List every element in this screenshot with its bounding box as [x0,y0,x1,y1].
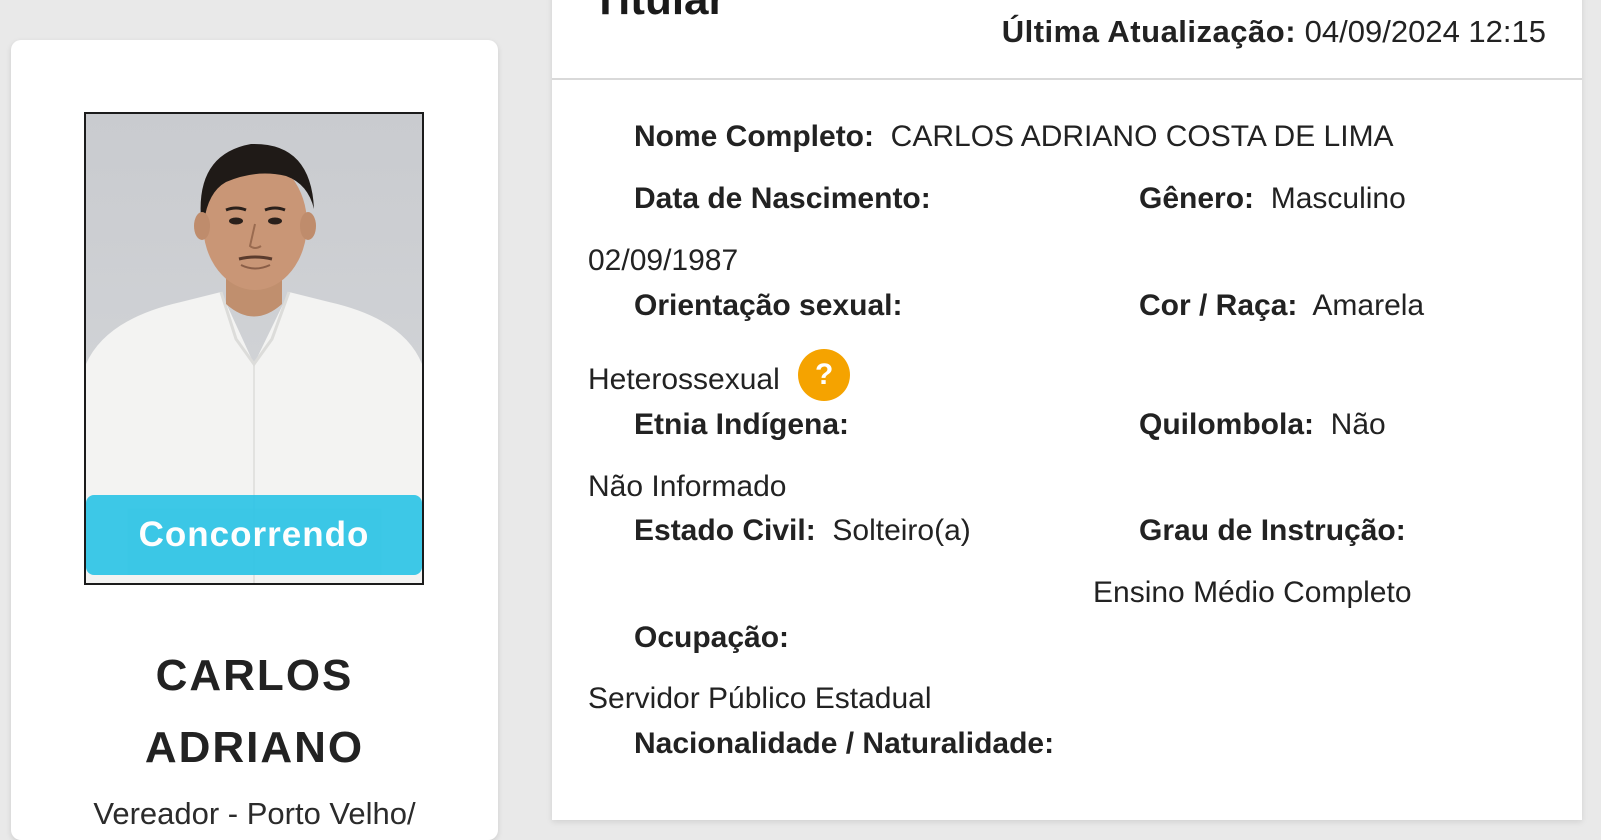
candidate-name: CARLOS ADRIANO [11,640,498,784]
field-ocupacao-value-row: Servidor Público Estadual [588,682,932,716]
field-instrucao-label: Grau de Instrução: [1139,514,1406,547]
field-quilombola-label: Quilombola: [1139,408,1314,441]
field-etnia-value: Não Informado [588,470,787,503]
field-estado-civil-label: Estado Civil: [634,514,816,547]
field-ocupacao-value: Servidor Público Estadual [588,682,932,715]
last-update-value: 04/09/2024 12:15 [1304,14,1546,49]
field-orientacao-label: Orientação sexual: [634,289,903,322]
field-nacionalidade-label: Nacionalidade / Naturalidade: [634,727,1055,760]
panel-header: Titular Última Atualização: 04/09/2024 1… [552,0,1582,80]
section-title: Titular [592,0,726,22]
field-estado-civil: Estado Civil: Solteiro(a) [634,514,971,548]
field-nascimento-value: 02/09/1987 [588,244,739,277]
last-update-label: Última Atualização: [1001,14,1297,49]
field-cor-label: Cor / Raça: [1139,289,1298,322]
field-genero: Gênero: Masculino [1139,182,1406,216]
field-genero-label: Gênero: [1139,182,1255,215]
field-orientacao-label-row: Orientação sexual: [634,289,902,323]
candidate-photo: Concorrendo [84,112,424,585]
field-ocupacao-label: Ocupação: [634,621,790,654]
field-etnia-label-row: Etnia Indígena: [634,408,849,442]
field-nascimento-value-row: 02/09/1987 [588,244,738,278]
last-update: Última Atualização: 04/09/2024 12:15 [1002,14,1546,50]
field-nacionalidade-label-row: Nacionalidade / Naturalidade: [634,727,1054,761]
field-instrucao-value-row: Ensino Médio Completo [1093,576,1412,610]
field-orientacao-value: Heterossexual [588,362,780,396]
candidate-details-panel: Titular Última Atualização: 04/09/2024 1… [552,0,1582,820]
candidate-role: Vereador - Porto Velho/ [93,796,416,831]
field-estado-civil-value: Solteiro(a) [832,514,971,547]
field-quilombola: Quilombola: Não [1139,408,1386,442]
candidate-name-line1: CARLOS [155,651,354,700]
field-cor: Cor / Raça: Amarela [1139,289,1424,323]
field-genero-value: Masculino [1270,182,1406,215]
field-orientacao-value-row: Heterossexual ? [588,349,851,407]
field-instrucao-label-row: Grau de Instrução: [1139,514,1406,548]
field-cor-value: Amarela [1312,289,1425,322]
field-nascimento-label: Data de Nascimento: [634,182,931,215]
candidate-name-line2: ADRIANO [144,723,365,772]
candidate-profile-card: Concorrendo CARLOS ADRIANO Vereador - Po… [11,40,498,840]
field-nome-label: Nome Completo: [634,120,874,153]
field-nome-value: CARLOS ADRIANO COSTA DE LIMA [890,120,1394,153]
field-etnia-value-row: Não Informado [588,470,786,504]
status-badge: Concorrendo [86,495,422,575]
field-ocupacao-label-row: Ocupação: [634,621,789,655]
field-quilombola-value: Não [1330,408,1386,441]
help-question-icon[interactable]: ? [798,349,851,401]
field-nascimento-label-row: Data de Nascimento: [634,182,931,216]
field-nome: Nome Completo: CARLOS ADRIANO COSTA DE L… [634,120,1394,154]
field-etnia-label: Etnia Indígena: [634,408,850,441]
field-instrucao-value: Ensino Médio Completo [1093,576,1412,609]
